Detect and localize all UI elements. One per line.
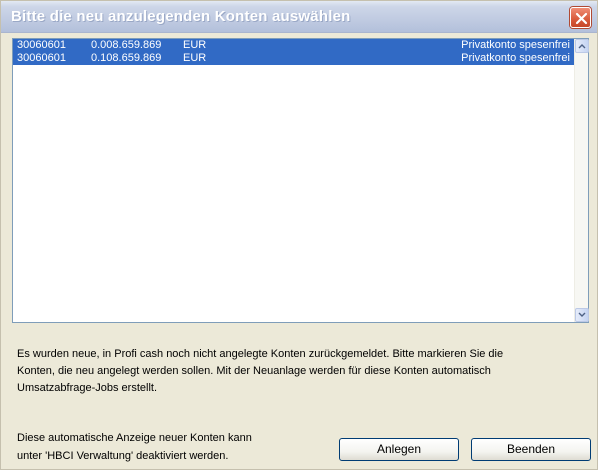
info-line: Umsatzabfrage-Jobs erstellt. bbox=[17, 382, 157, 394]
title-bar[interactable]: Bitte die neu anzulegenden Konten auswäh… bbox=[1, 1, 597, 33]
quit-button[interactable]: Beenden bbox=[471, 438, 591, 461]
auto-display-note: Diese automatische Anzeige neuer Konten … bbox=[17, 429, 317, 465]
account-blz: 30060601 bbox=[17, 39, 66, 51]
account-currency: EUR bbox=[183, 52, 207, 64]
account-row[interactable]: 30060601 0.008.659.869 EUR Privatkonto s… bbox=[13, 39, 576, 52]
info-text: Es wurden neue, in Profi cash noch nicht… bbox=[17, 346, 577, 397]
account-currency: EUR bbox=[183, 39, 207, 51]
chevron-up-icon bbox=[578, 44, 586, 49]
account-number: 0.108.659.869 bbox=[91, 52, 162, 64]
account-blz: 30060601 bbox=[17, 52, 66, 64]
account-selection-dialog: Bitte die neu anzulegenden Konten auswäh… bbox=[0, 0, 598, 470]
accounts-rows: 30060601 0.008.659.869 EUR Privatkonto s… bbox=[13, 39, 576, 65]
account-row[interactable]: 30060601 0.108.659.869 EUR Privatkonto s… bbox=[13, 52, 576, 65]
create-button[interactable]: Anlegen bbox=[339, 438, 459, 461]
close-icon bbox=[575, 12, 588, 25]
scroll-down-button[interactable] bbox=[575, 308, 589, 322]
window-title: Bitte die neu anzulegenden Konten auswäh… bbox=[11, 8, 351, 25]
accounts-list[interactable]: 30060601 0.008.659.869 EUR Privatkonto s… bbox=[12, 38, 589, 323]
note-line: Diese automatische Anzeige neuer Konten … bbox=[17, 432, 252, 444]
vertical-scrollbar[interactable] bbox=[574, 39, 589, 322]
chevron-down-icon bbox=[578, 312, 586, 317]
account-description: Privatkonto spesenfrei bbox=[461, 52, 570, 64]
account-description: Privatkonto spesenfrei bbox=[461, 39, 570, 51]
info-line: Konten, die neu angelegt werden sollen. … bbox=[17, 365, 491, 377]
note-line: unter 'HBCI Verwaltung' deaktiviert werd… bbox=[17, 450, 229, 462]
account-number: 0.008.659.869 bbox=[91, 39, 162, 51]
info-line: Es wurden neue, in Profi cash noch nicht… bbox=[17, 348, 504, 360]
close-button[interactable] bbox=[570, 7, 591, 28]
scroll-up-button[interactable] bbox=[575, 39, 589, 53]
